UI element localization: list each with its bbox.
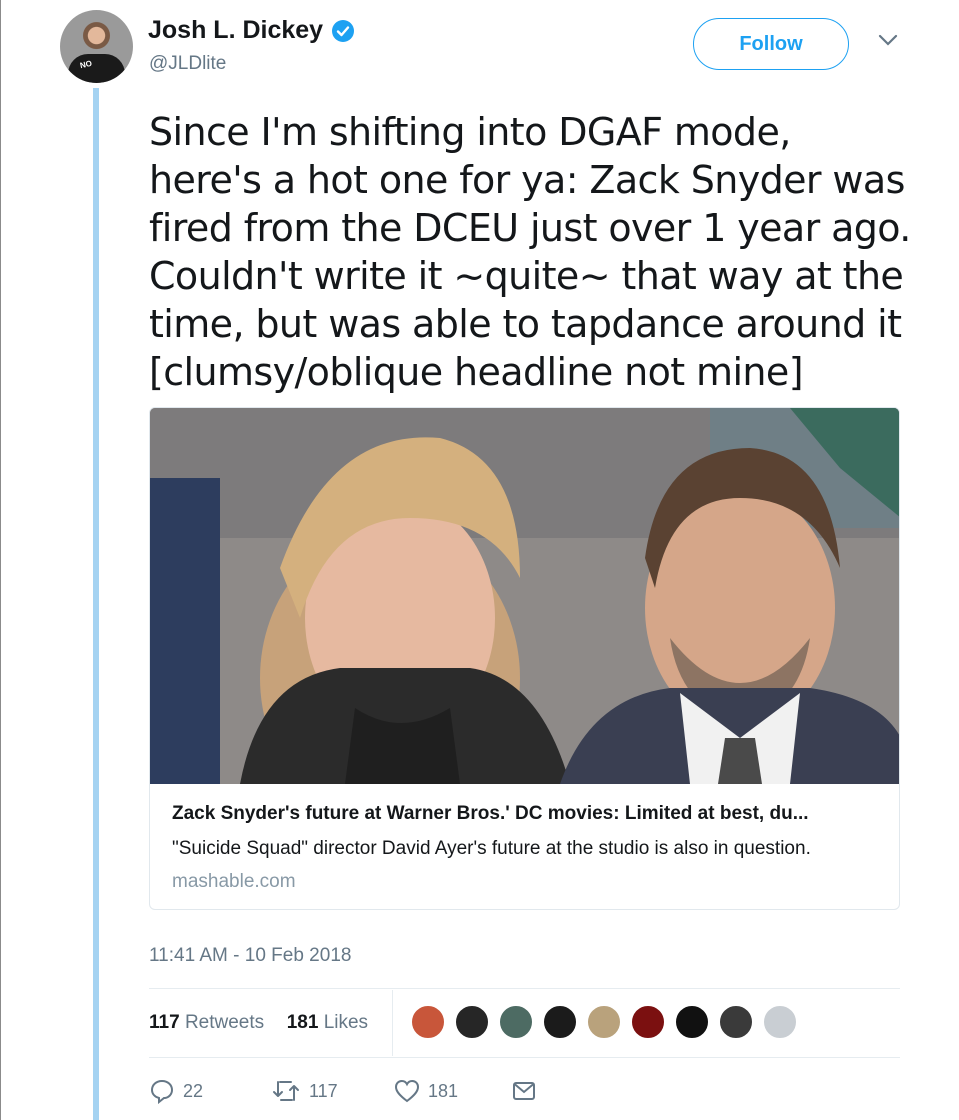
liker-avatar[interactable] (630, 1004, 666, 1040)
retweet-count[interactable]: 117 (149, 1012, 180, 1033)
tweet-timestamp[interactable]: 11:41 AM - 10 Feb 2018 (149, 945, 351, 967)
liker-avatar[interactable] (674, 1004, 710, 1040)
retweet-count-label[interactable]: Retweets (185, 1012, 264, 1033)
like-button[interactable]: 181 (394, 1078, 458, 1104)
author-name[interactable]: Josh L. Dickey (148, 16, 323, 45)
retweet-action-count: 117 (309, 1080, 338, 1101)
liker-avatar[interactable] (718, 1004, 754, 1040)
avatar-shirt (68, 54, 125, 83)
liker-avatar[interactable] (454, 1004, 490, 1040)
reply-icon (150, 1079, 174, 1104)
liker-avatar[interactable] (542, 1004, 578, 1040)
verified-badge-icon (332, 20, 354, 42)
like-count-label[interactable]: Likes (324, 1012, 368, 1033)
engagement-stats: 117 Retweets 181 Likes (149, 1012, 368, 1034)
card-image (150, 408, 899, 784)
liker-avatar[interactable] (498, 1004, 534, 1040)
link-card[interactable]: Zack Snyder's future at Warner Bros.' DC… (149, 407, 900, 910)
liker-avatar[interactable] (410, 1004, 446, 1040)
card-domain: mashable.com (172, 871, 296, 892)
like-count[interactable]: 181 (287, 1012, 319, 1033)
chevron-down-icon[interactable] (877, 33, 899, 52)
card-description: "Suicide Squad" director David Ayer's fu… (172, 838, 811, 859)
like-action-count: 181 (428, 1080, 459, 1101)
tweet-text: Since I'm shifting into DGAF mode, here'… (149, 110, 911, 394)
reply-button[interactable]: 22 (149, 1078, 203, 1104)
divider (149, 1057, 900, 1058)
liker-avatar[interactable] (762, 1004, 798, 1040)
direct-message-button[interactable] (511, 1078, 537, 1104)
author-handle[interactable]: @JLDlite (149, 53, 226, 75)
envelope-icon (513, 1082, 535, 1100)
stats-separator (392, 990, 393, 1056)
liker-avatars (410, 1004, 798, 1040)
retweet-icon (273, 1081, 299, 1101)
window-edge (0, 0, 1, 1120)
heart-icon (394, 1079, 420, 1103)
reply-count: 22 (183, 1080, 204, 1101)
avatar[interactable]: NO (60, 10, 133, 83)
thread-line (93, 88, 99, 1120)
liker-avatar[interactable] (586, 1004, 622, 1040)
card-title[interactable]: Zack Snyder's future at Warner Bros.' DC… (172, 803, 809, 825)
divider (149, 988, 900, 989)
follow-button[interactable]: Follow (693, 18, 849, 70)
retweet-button[interactable]: 117 (271, 1078, 338, 1104)
